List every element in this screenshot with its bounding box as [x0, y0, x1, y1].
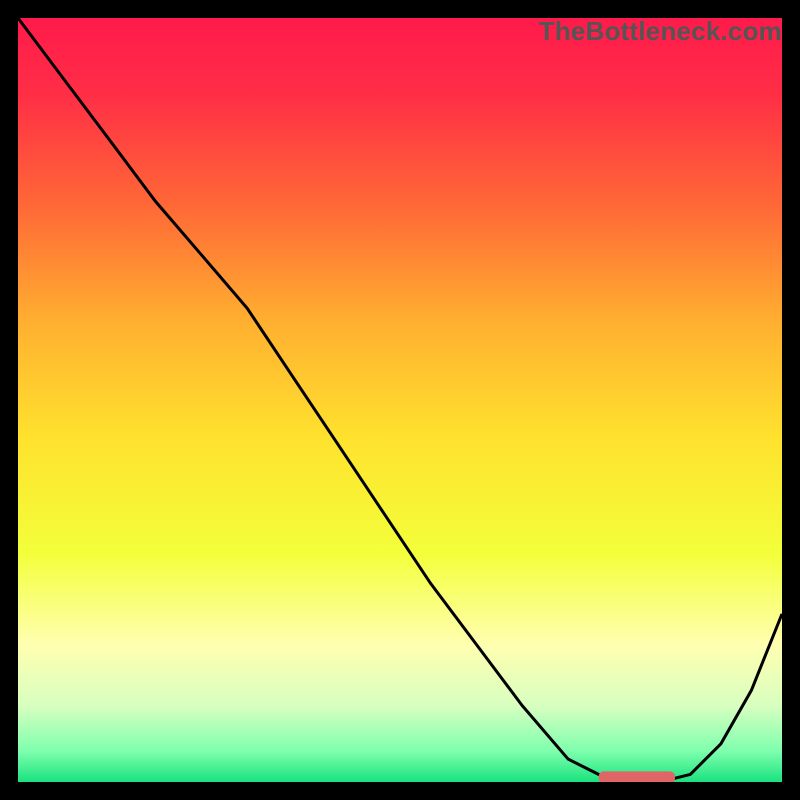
watermark-text: TheBottleneck.com: [539, 16, 782, 47]
gradient-background: [18, 18, 782, 782]
optimal-marker: [599, 771, 675, 782]
chart-svg: [18, 18, 782, 782]
chart-frame: TheBottleneck.com: [18, 18, 782, 782]
